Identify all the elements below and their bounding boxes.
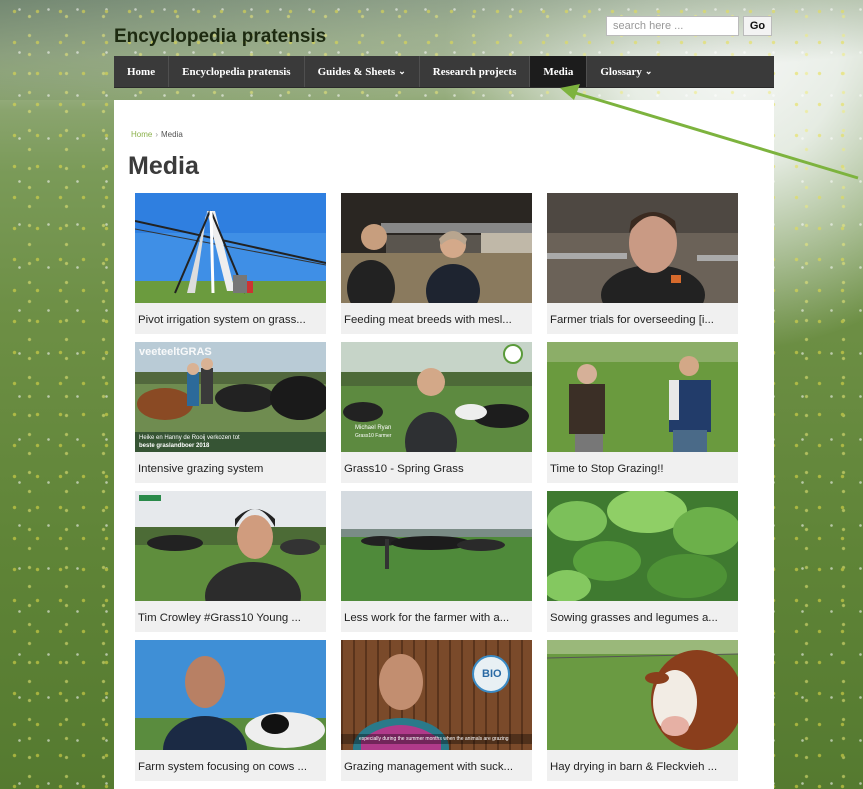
video-thumbnail[interactable]: Michael Ryan Grass10 Farmer: [341, 342, 532, 452]
video-thumbnail[interactable]: [547, 342, 738, 452]
video-card[interactable]: Feeding meat breeds with mesl...: [341, 193, 532, 334]
video-title[interactable]: Farm system focusing on cows ...: [138, 761, 324, 773]
video-title[interactable]: Intensive grazing system: [138, 463, 324, 475]
video-card[interactable]: BIO especially during the summer months …: [341, 640, 532, 781]
video-thumbnail[interactable]: [547, 640, 738, 750]
video-card[interactable]: Time to Stop Grazing!!: [547, 342, 738, 483]
video-thumbnail[interactable]: [341, 193, 532, 303]
breadcrumb: Home › Media: [131, 130, 183, 139]
video-thumbnail[interactable]: [135, 640, 326, 750]
search-go-button[interactable]: Go: [743, 16, 772, 36]
thumbnail-caption: Grass10 Farmer: [355, 433, 392, 439]
video-title[interactable]: Pivot irrigation system on grass...: [138, 314, 324, 326]
nav-label: Encyclopedia pratensis: [182, 65, 291, 78]
video-title[interactable]: Hay drying in barn & Fleckvieh ...: [550, 761, 736, 773]
video-card[interactable]: Hay drying in barn & Fleckvieh ...: [547, 640, 738, 781]
video-title[interactable]: Tim Crowley #Grass10 Young ...: [138, 612, 324, 624]
video-thumbnail[interactable]: BIO especially during the summer months …: [341, 640, 532, 750]
thumbnail-caption: Heike en Hanny de Rooij verkozen tot: [139, 435, 240, 441]
nav-item-research-projects[interactable]: Research projects: [420, 56, 531, 87]
breadcrumb-current: Media: [161, 130, 183, 139]
video-title[interactable]: Feeding meat breeds with mesl...: [344, 314, 530, 326]
video-thumbnail[interactable]: [341, 491, 532, 601]
video-title[interactable]: Grazing management with suck...: [344, 761, 530, 773]
video-title[interactable]: Grass10 - Spring Grass: [344, 463, 530, 475]
video-thumbnail[interactable]: veeteeltGRAS Heike en Hanny de Rooij ver…: [135, 342, 326, 452]
search-input[interactable]: [606, 16, 739, 36]
nav-item-home[interactable]: Home: [114, 56, 170, 87]
video-thumbnail[interactable]: [547, 491, 738, 601]
nav-item-glossary[interactable]: Glossary ⌄: [587, 56, 665, 87]
video-card[interactable]: Farm system focusing on cows ...: [135, 640, 326, 781]
thumbnail-caption: beste graslandboer 2018: [139, 443, 210, 449]
video-title[interactable]: Time to Stop Grazing!!: [550, 463, 736, 475]
breadcrumb-home-link[interactable]: Home: [131, 130, 152, 139]
video-title[interactable]: Sowing grasses and legumes a...: [550, 612, 736, 624]
video-thumbnail[interactable]: [547, 193, 738, 303]
content-panel: Home › Media Media Pivot irrigation syst…: [114, 100, 774, 789]
nav-label: Guides & Sheets: [317, 65, 396, 78]
nav-item-media[interactable]: Media: [530, 56, 588, 87]
thumbnail-caption: Michael Ryan: [355, 425, 392, 431]
video-card[interactable]: Pivot irrigation system on grass...: [135, 193, 326, 334]
bio-badge: BIO: [482, 668, 502, 680]
site-title[interactable]: Encyclopedia pratensis: [114, 26, 326, 48]
nav-label: Research projects: [432, 65, 517, 78]
main-nav: Home Encyclopedia pratensis Guides & She…: [114, 56, 774, 88]
nav-label: Home: [127, 65, 156, 78]
video-card[interactable]: veeteeltGRAS Heike en Hanny de Rooij ver…: [135, 342, 326, 483]
thumbnail-caption: especially during the summer months when…: [359, 736, 509, 742]
video-title[interactable]: Farmer trials for overseeding [i...: [550, 314, 736, 326]
video-card[interactable]: Farmer trials for overseeding [i...: [547, 193, 738, 334]
breadcrumb-separator: ›: [155, 130, 159, 139]
video-thumbnail[interactable]: [135, 193, 326, 303]
video-thumbnail[interactable]: [135, 491, 326, 601]
video-card[interactable]: Tim Crowley #Grass10 Young ...: [135, 491, 326, 632]
video-card[interactable]: Sowing grasses and legumes a...: [547, 491, 738, 632]
thumbnail-brand: veeteeltGRAS: [139, 346, 212, 358]
page-title: Media: [128, 152, 199, 180]
nav-item-guides-sheets[interactable]: Guides & Sheets ⌄: [305, 56, 420, 87]
nav-label: Glossary: [600, 65, 642, 78]
nav-item-encyclopedia[interactable]: Encyclopedia pratensis: [169, 56, 305, 87]
video-card[interactable]: Michael Ryan Grass10 Farmer Grass10 - Sp…: [341, 342, 532, 483]
chevron-down-icon: ⌄: [644, 66, 653, 76]
chevron-down-icon: ⌄: [398, 66, 406, 76]
video-title[interactable]: Less work for the farmer with a...: [344, 612, 530, 624]
nav-label: Media: [543, 65, 574, 78]
video-card[interactable]: Less work for the farmer with a...: [341, 491, 532, 632]
